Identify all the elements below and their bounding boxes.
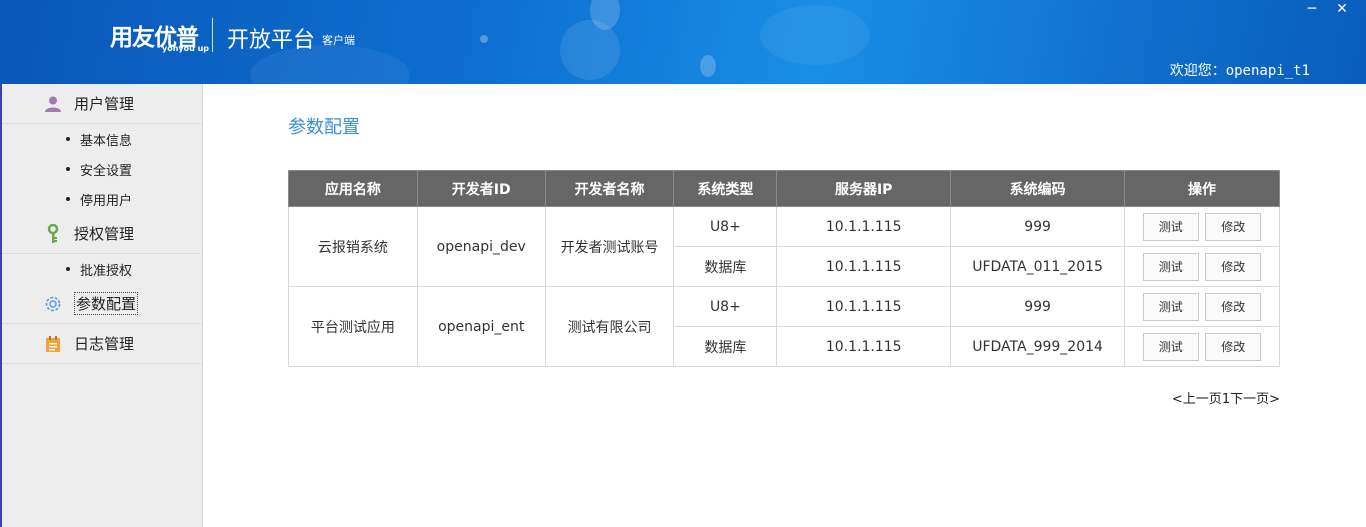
sidebar-group-label: 参数配置 — [74, 292, 139, 315]
logo-divider — [212, 18, 213, 52]
system-type-cell: 数据库 — [673, 246, 778, 287]
dev-name-cell: 测试有限公司 — [544, 286, 675, 367]
table-header-row: 应用名称 开发者ID 开发者名称 系统类型 服务器IP 系统编码 操作 — [288, 170, 1280, 207]
bullet-icon — [66, 167, 70, 171]
actions-cell: 测试 修改 — [1124, 326, 1280, 367]
bullet-icon — [66, 137, 70, 141]
column-header: 服务器IP — [776, 170, 952, 207]
actions-cell: 测试 修改 — [1124, 246, 1280, 287]
column-header: 系统类型 — [673, 170, 778, 207]
test-button[interactable]: 测试 — [1142, 212, 1199, 241]
column-header: 系统编码 — [950, 170, 1126, 207]
edit-button[interactable]: 修改 — [1205, 292, 1262, 321]
log-icon — [42, 333, 64, 355]
header-decoration — [700, 55, 716, 77]
column-header: 开发者名称 — [544, 170, 675, 207]
welcome-text: 欢迎您：openapi_t1 — [1169, 63, 1310, 79]
actions-cell: 测试 修改 — [1124, 286, 1280, 327]
brand-logo-sub: yonyou up — [162, 44, 210, 53]
system-code-cell: UFDATA_011_2015 — [950, 246, 1126, 287]
dev-id-cell: openapi_ent — [416, 286, 546, 367]
prev-page-link[interactable]: <上一页 — [1172, 392, 1222, 407]
sidebar-item-label: 停用用户 — [80, 193, 133, 209]
header-decoration — [760, 5, 870, 65]
config-table: 应用名称 开发者ID 开发者名称 系统类型 服务器IP 系统编码 操作 云报销系… — [288, 170, 1280, 367]
table-row: 云报销系统 openapi_dev 开发者测试账号 U8+ 10.1.1.115… — [288, 206, 1280, 287]
edit-button[interactable]: 修改 — [1205, 212, 1262, 241]
sidebar-group-label: 用户管理 — [74, 95, 135, 113]
column-header: 应用名称 — [288, 170, 418, 207]
dev-id-cell: openapi_dev — [416, 206, 546, 287]
minimize-button[interactable]: ─ — [1300, 0, 1324, 20]
header-decoration — [560, 20, 620, 80]
next-page-link[interactable]: 下一页> — [1230, 392, 1280, 407]
sidebar: 用户管理 基本信息 安全设置 停用用户 授权管理 批准授权 参数配置 日志管理 — [0, 84, 203, 527]
sidebar-item-security[interactable]: 安全设置 — [2, 154, 202, 184]
current-page: 1 — [1221, 392, 1231, 407]
bullet-icon — [66, 197, 70, 201]
sidebar-group-user[interactable]: 用户管理 — [2, 84, 202, 124]
user-icon — [42, 93, 64, 115]
test-button[interactable]: 测试 — [1142, 292, 1199, 321]
system-type-cell: 数据库 — [673, 326, 778, 367]
sidebar-item-approve-auth[interactable]: 批准授权 — [2, 254, 202, 284]
system-code-cell: UFDATA_999_2014 — [950, 326, 1126, 367]
app-name-cell: 平台测试应用 — [288, 286, 418, 367]
platform-title: 开放平台 — [227, 28, 316, 53]
system-type-cell: U8+ — [673, 286, 778, 327]
sidebar-item-label: 基本信息 — [80, 133, 133, 149]
sidebar-group-logs[interactable]: 日志管理 — [2, 324, 202, 364]
server-ip-cell: 10.1.1.115 — [776, 286, 952, 327]
edit-button[interactable]: 修改 — [1205, 252, 1262, 281]
system-code-cell: 999 — [950, 206, 1126, 247]
sidebar-item-label: 安全设置 — [80, 163, 133, 179]
column-header: 开发者ID — [416, 170, 546, 207]
pagination: <上一页1下一页> — [1172, 388, 1280, 407]
test-button[interactable]: 测试 — [1142, 252, 1199, 281]
sidebar-item-disabled-users[interactable]: 停用用户 — [2, 184, 202, 214]
server-ip-cell: 10.1.1.115 — [776, 326, 952, 367]
sidebar-group-label: 日志管理 — [74, 335, 135, 353]
sidebar-group-params[interactable]: 参数配置 — [2, 284, 202, 324]
dev-name-cell: 开发者测试账号 — [544, 206, 675, 287]
server-ip-cell: 10.1.1.115 — [776, 206, 952, 247]
column-header: 操作 — [1124, 170, 1280, 207]
test-button[interactable]: 测试 — [1142, 332, 1199, 361]
gear-icon — [42, 293, 64, 315]
actions-cell: 测试 修改 — [1124, 206, 1280, 247]
system-type-cell: U8+ — [673, 206, 778, 247]
page-title: 参数配置 — [288, 117, 360, 138]
header-decoration — [480, 35, 488, 43]
system-code-cell: 999 — [950, 286, 1126, 327]
platform-subtitle: 客户端 — [322, 34, 355, 47]
sidebar-group-auth[interactable]: 授权管理 — [2, 214, 202, 254]
edit-button[interactable]: 修改 — [1205, 332, 1262, 361]
key-icon — [42, 223, 64, 245]
sidebar-group-label: 授权管理 — [74, 225, 135, 243]
close-button[interactable]: ✕ — [1330, 0, 1354, 20]
bullet-icon — [66, 267, 70, 271]
server-ip-cell: 10.1.1.115 — [776, 246, 952, 287]
table-row: 平台测试应用 openapi_ent 测试有限公司 U8+ 10.1.1.115… — [288, 286, 1280, 367]
sidebar-item-basic-info[interactable]: 基本信息 — [2, 124, 202, 154]
app-header: 用友优普 yonyou up 开放平台 客户端 ─ ✕ 欢迎您：openapi_… — [0, 0, 1366, 84]
app-name-cell: 云报销系统 — [288, 206, 418, 287]
sidebar-item-label: 批准授权 — [80, 263, 133, 279]
